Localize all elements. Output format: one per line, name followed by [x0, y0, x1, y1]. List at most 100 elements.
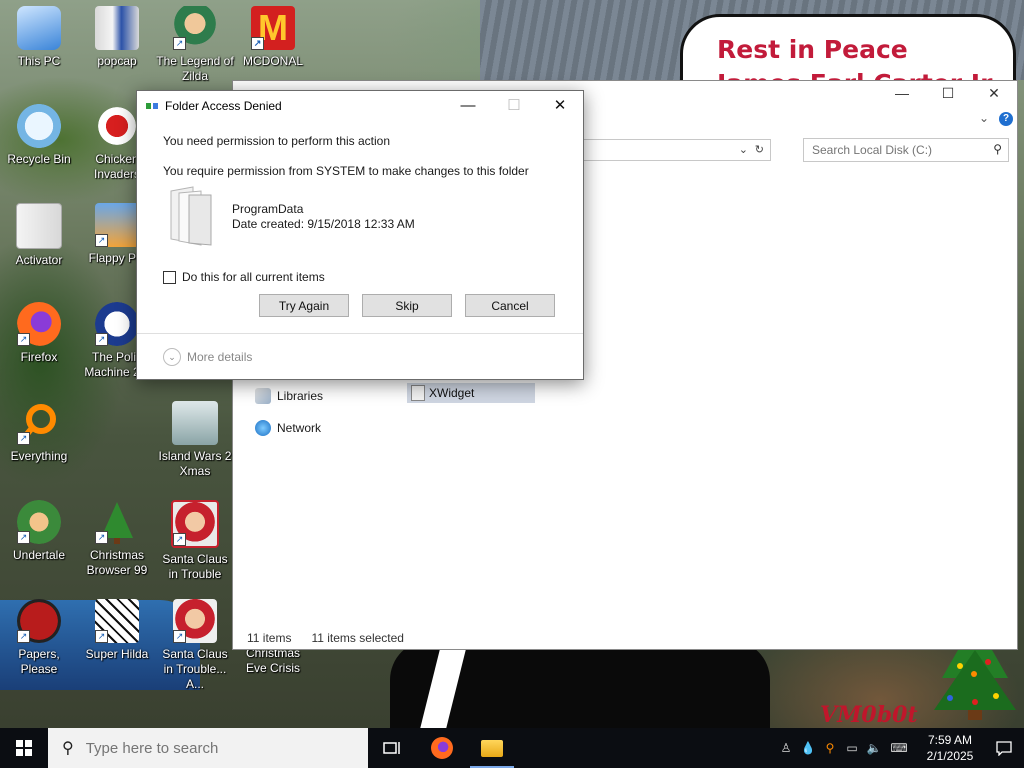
desktop-icon-this-pc[interactable]: This PC: [0, 6, 78, 69]
desktop-icon-label: popcap: [97, 54, 137, 68]
network-icon[interactable]: ▭: [844, 740, 860, 756]
skip-button[interactable]: Skip: [362, 294, 452, 317]
shortcut-arrow-icon: ↗: [95, 630, 108, 643]
desktop-icon-label: Christmas Eve Crisis: [245, 646, 300, 675]
droplet-icon[interactable]: 💧: [800, 740, 816, 756]
desktop-icon-label: Island Wars 2 Xmas: [158, 449, 232, 478]
shortcut-arrow-icon: ↗: [173, 37, 186, 50]
desktop-icon-island-wars[interactable]: Island Wars 2 Xmas: [156, 401, 234, 479]
taskbar-firefox[interactable]: [418, 728, 466, 768]
volume-icon[interactable]: 🔈: [866, 740, 882, 756]
desktop-icon-santa-claus-trouble-again[interactable]: ↗ Santa Claus in Trouble... A...: [156, 599, 234, 692]
people-icon[interactable]: ♙: [778, 740, 794, 756]
apply-to-all-checkbox[interactable]: Do this for all current items: [163, 270, 325, 284]
system-tray: ♙ 💧 ⚲ ▭ 🔈 ⌨ 7:59 AM 2/1/2025: [778, 728, 976, 768]
file-item-xwidget[interactable]: XWidget: [407, 383, 535, 403]
search-box[interactable]: ⚲: [803, 138, 1009, 162]
desktop-icon-papers-please[interactable]: ↗ Papers, Please: [0, 599, 78, 677]
help-icon[interactable]: ?: [999, 112, 1013, 126]
libraries-icon: [255, 388, 271, 404]
desktop-icon-label: Santa Claus in Trouble: [162, 552, 228, 581]
everything-search-icon[interactable]: ⚲: [822, 740, 838, 756]
desktop-icon-christmas-eve-crisis[interactable]: Christmas Eve Crisis: [234, 646, 312, 676]
nav-item-network[interactable]: Network: [255, 419, 321, 437]
desktop-icon-popcap[interactable]: popcap: [78, 6, 156, 69]
start-button[interactable]: [0, 728, 48, 768]
desktop-icon-label: Undertale: [12, 548, 66, 562]
clock[interactable]: 7:59 AM 2/1/2025: [924, 732, 976, 764]
desktop-icon-super-hilda[interactable]: ↗ Super Hilda: [78, 599, 156, 662]
firefox-icon: [431, 737, 453, 759]
taskbar-search[interactable]: ⚲: [48, 728, 368, 768]
checkbox-box[interactable]: [163, 270, 176, 284]
clock-date: 2/1/2025: [926, 749, 974, 763]
desktop-icon-label: This PC: [17, 54, 61, 68]
desktop-icon-legend-of-zilda[interactable]: ↗ The Legend of Zilda: [156, 6, 234, 84]
super-hilda-icon: ↗: [95, 599, 139, 643]
network-icon: [255, 420, 271, 436]
desktop-icon-label: Super Hilda: [85, 647, 149, 661]
desktop-icon-activator[interactable]: Activator: [0, 203, 78, 268]
file-operation-icon: [146, 103, 158, 109]
ribbon-expand-chevron-icon[interactable]: ⌄: [979, 111, 989, 125]
refresh-icon[interactable]: ↻: [755, 143, 764, 156]
wallpaper-watermark: VM0b0t: [820, 702, 918, 728]
search-input[interactable]: [810, 142, 984, 158]
desktop-icon-santa-claus-trouble[interactable]: ↗ Santa Claus in Trouble: [156, 500, 234, 582]
shortcut-arrow-icon: ↗: [17, 432, 30, 445]
computer-icon: [17, 6, 61, 50]
santa-icon: ↗: [171, 500, 219, 548]
cancel-button[interactable]: Cancel: [465, 294, 555, 317]
folder-date: Date created: 9/15/2018 12:33 AM: [232, 217, 415, 231]
address-dropdown-icon[interactable]: ⌄: [739, 143, 748, 156]
desktop-icon-label: Santa Claus in Trouble... A...: [162, 647, 228, 691]
clock-time: 7:59 AM: [927, 733, 973, 747]
close-button[interactable]: ✕: [971, 81, 1017, 105]
dialog-title: Folder Access Denied: [165, 99, 282, 113]
search-icon: ⚲: [62, 740, 74, 757]
shortcut-arrow-icon: ↗: [251, 37, 264, 50]
taskbar-search-input[interactable]: [83, 738, 348, 758]
chicken-invaders-icon: [95, 104, 139, 148]
magnifier-icon: ↗: [17, 401, 61, 445]
keyboard-icon[interactable]: ⌨: [888, 740, 910, 756]
try-again-button[interactable]: Try Again: [259, 294, 349, 317]
desktop-icon-recycle-bin[interactable]: Recycle Bin: [0, 104, 78, 167]
explorer-caption-buttons: — ☐ ✕: [879, 81, 1017, 105]
desktop-icon-label: The Legend of Zilda: [156, 54, 234, 83]
desktop-icon-undertale[interactable]: ↗ Undertale: [0, 500, 78, 563]
nav-item-label: Network: [277, 421, 322, 435]
action-center-button[interactable]: [984, 728, 1024, 768]
firefox-icon: ↗: [17, 302, 61, 346]
shortcut-arrow-icon: ↗: [95, 531, 108, 544]
desktop-icon-everything[interactable]: ↗ Everything: [0, 401, 78, 464]
taskbar-file-explorer[interactable]: [468, 728, 516, 768]
desktop-icon-label: Papers, Please: [18, 647, 60, 676]
desktop-icon-christmas-browser[interactable]: ↗ Christmas Browser 99: [78, 500, 156, 578]
desktop-icon-mcdonalds[interactable]: M ↗ MCDONAL: [234, 6, 312, 69]
shortcut-arrow-icon: ↗: [17, 531, 30, 544]
shortcut-arrow-icon: ↗: [173, 630, 186, 643]
undertale-icon: ↗: [17, 500, 61, 544]
windows-logo-icon: [16, 740, 32, 756]
more-details-label: More details: [187, 350, 253, 364]
address-bar[interactable]: ⌄ ↻: [573, 139, 771, 161]
papers-please-icon: ↗: [17, 599, 61, 643]
mcdonalds-icon: M ↗: [251, 6, 295, 50]
dialog-close-button[interactable]: ✕: [537, 91, 583, 119]
maximize-button[interactable]: ☐: [925, 81, 971, 105]
tree-browser-icon: ↗: [95, 500, 139, 544]
nav-item-libraries[interactable]: Libraries: [255, 387, 323, 405]
desktop-icon-firefox[interactable]: ↗ Firefox: [0, 302, 78, 365]
desktop-icon-label: Activator: [15, 253, 63, 267]
more-details-toggle[interactable]: ⌄ More details: [163, 348, 252, 366]
status-bar: 11 items 11 items selected: [247, 631, 404, 645]
task-view-button[interactable]: [368, 728, 416, 768]
desktop-icon-label: Christmas Browser 99: [86, 548, 148, 577]
checkbox-label: Do this for all current items: [182, 270, 325, 284]
search-icon: ⚲: [993, 142, 1002, 156]
notification-icon: [996, 741, 1012, 756]
minimize-button[interactable]: —: [879, 81, 925, 105]
task-view-icon: [383, 742, 400, 754]
dialog-minimize-button[interactable]: —: [445, 91, 491, 119]
